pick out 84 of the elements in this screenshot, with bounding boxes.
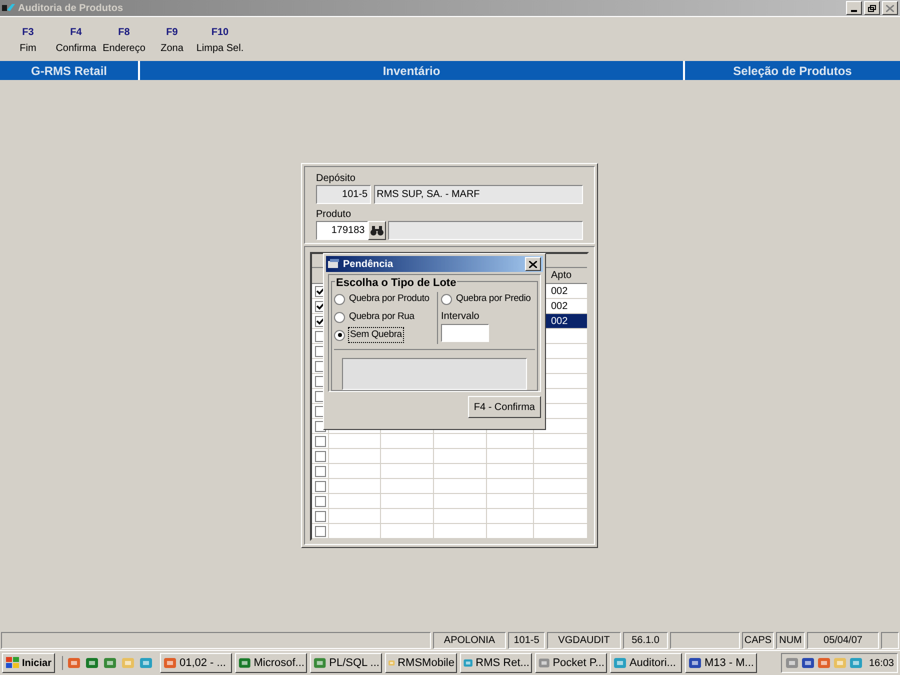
checkbox[interactable] (314, 480, 326, 492)
app-icon (238, 656, 252, 670)
restore-button[interactable] (864, 1, 880, 15)
checkbox[interactable] (314, 496, 326, 506)
status-field: 05/04/07 (807, 632, 879, 648)
checkbox[interactable] (314, 450, 326, 462)
name-field: RMS SUP, SA. - MARF (374, 185, 583, 204)
interval-field[interactable] (441, 324, 489, 342)
task-button[interactable]: Auditori... (610, 653, 682, 673)
start-button[interactable]: Iniciar (2, 653, 56, 673)
toolbar-button[interactable]: F9 Zona (148, 25, 196, 57)
app-icon (784, 656, 799, 670)
radio-option[interactable]: Quebra por Rua (334, 308, 437, 326)
close-button[interactable] (525, 257, 541, 271)
checkbox[interactable] (314, 526, 326, 536)
toolbar-button[interactable]: F4 Confirma (52, 25, 100, 57)
app-icon (85, 656, 100, 670)
field-label: Depósito (316, 172, 356, 185)
task-button[interactable]: M13 - M... (685, 653, 758, 673)
binoculars-icon (370, 226, 384, 236)
clock: 16:03 (868, 656, 894, 670)
radio-button[interactable] (334, 312, 345, 322)
window-icon (328, 259, 340, 269)
app-icon (103, 656, 118, 670)
app-icon (688, 656, 702, 670)
group-title: Escolha o Tipo de Lote (335, 275, 458, 292)
table-cell-text: 002 (551, 300, 568, 314)
app-icon (613, 656, 628, 670)
status-field: CAPS (742, 632, 774, 648)
radio-button[interactable] (441, 294, 452, 304)
status-field: NUM (776, 632, 805, 648)
app-icon (538, 656, 551, 670)
status-field: VGDAUDIT (547, 632, 621, 648)
checkbox[interactable] (314, 510, 326, 522)
table-cell-text: 002 (551, 314, 568, 328)
app-icon (816, 656, 831, 670)
windows-logo-icon (6, 657, 20, 669)
checkbox[interactable] (314, 466, 326, 476)
restore-icon (868, 4, 876, 12)
dialog-title: Pendência (343, 258, 394, 272)
minimize-button[interactable] (846, 1, 862, 15)
app-icon (67, 656, 82, 670)
radio-button[interactable] (334, 330, 345, 340)
confirm-button[interactable]: F4 - Confirma (468, 396, 541, 418)
close-icon (886, 4, 894, 12)
status-field: 56.1.0 (623, 632, 668, 648)
header-label: G-RMS Retail (0, 61, 140, 80)
header-label: Inventário (140, 61, 685, 80)
app-icon (848, 656, 863, 670)
task-button[interactable]: 01,02 - ... (160, 653, 232, 673)
task-button[interactable]: Microsof... (235, 653, 308, 673)
app-icon (2, 2, 16, 14)
app-icon (832, 656, 847, 670)
radio-option[interactable]: Quebra por Produto (334, 290, 437, 308)
toolbar-button[interactable]: F10 Limpa Sel. (196, 25, 244, 57)
search-button[interactable] (368, 221, 386, 240)
task-button[interactable]: RMSMobile (385, 653, 458, 673)
status-field (670, 632, 740, 648)
app-icon (163, 656, 178, 670)
app-icon (139, 656, 154, 670)
task-button[interactable]: Pocket P... (535, 653, 608, 673)
toolbar-button[interactable]: F3 Fim (4, 25, 52, 57)
window-title: Auditoria de Produtos (18, 2, 123, 16)
task-button[interactable]: RMS Ret... (460, 653, 532, 673)
task-button[interactable]: PL/SQL ... (310, 653, 382, 673)
toolbar-button[interactable]: F8 Endereço (100, 25, 148, 57)
close-button[interactable] (882, 1, 898, 15)
radio-option[interactable]: Quebra por Predio (441, 290, 535, 308)
checkbox[interactable] (314, 436, 326, 446)
status-field: 101-5 (508, 632, 545, 648)
radio-button[interactable] (334, 294, 345, 304)
field-label: Intervalo (441, 310, 480, 324)
app-icon (800, 656, 815, 670)
close-icon (529, 260, 537, 268)
app-icon (121, 656, 136, 670)
header-label: Seleção de Produtos (732, 62, 853, 80)
field-label: Produto (316, 208, 352, 221)
table-cell-text: 002 (551, 284, 568, 298)
column-header: Apto (550, 269, 573, 283)
status-field: APOLONIA (433, 632, 506, 648)
status-field (881, 632, 899, 648)
app-icon (313, 656, 328, 670)
code-field: 101-5 (316, 185, 371, 204)
product-field[interactable]: 179183 (316, 221, 368, 240)
